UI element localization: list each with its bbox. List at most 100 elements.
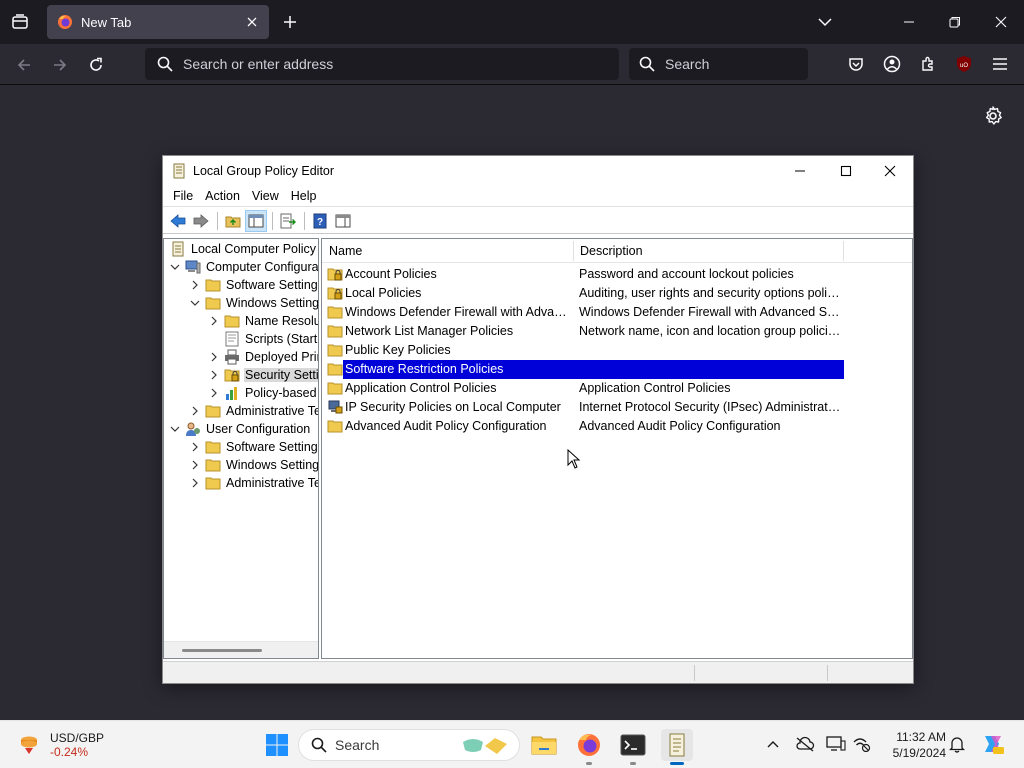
export-list-button[interactable]: [277, 210, 299, 232]
chevron-right-icon: [192, 442, 198, 452]
column-header-description[interactable]: Description: [573, 239, 843, 263]
tree-expander[interactable]: [189, 459, 201, 471]
window-title-bar[interactable]: Local Group Policy Editor: [163, 156, 913, 185]
onedrive-tray[interactable]: [794, 733, 816, 755]
widget-change: -0.24%: [50, 745, 89, 759]
reload-button[interactable]: [83, 52, 109, 78]
menu-view[interactable]: View: [246, 189, 285, 203]
tree-item-user-windows-settings[interactable]: Windows Setting: [189, 456, 318, 474]
list-row-advanced-audit-policy[interactable]: Advanced Audit Policy Configuration Adva…: [322, 417, 844, 436]
column-divider[interactable]: [843, 241, 844, 261]
tree-expander[interactable]: [208, 369, 220, 381]
list-row-account-policies[interactable]: Account Policies Password and account lo…: [322, 265, 844, 284]
tab-new-tab[interactable]: New Tab: [47, 5, 269, 39]
chevron-right-icon: [192, 460, 198, 470]
properties-view-button[interactable]: [332, 210, 354, 232]
console-tree[interactable]: Local Computer Policy Computer Configura…: [163, 238, 319, 659]
details-list[interactable]: Name Description Account Policies Passwo…: [321, 238, 913, 659]
pocket-button[interactable]: [845, 53, 867, 75]
tree-item-user-software-settings[interactable]: Software Settings: [189, 438, 318, 456]
tree-expander[interactable]: [189, 405, 201, 417]
running-indicator: [586, 762, 592, 765]
status-divider: [694, 665, 695, 681]
tree-item-software-settings[interactable]: Software Settings: [189, 276, 318, 294]
back-button[interactable]: [11, 52, 37, 78]
gear-icon[interactable]: [982, 105, 1004, 127]
maximize-button[interactable]: [823, 156, 869, 185]
taskbar-terminal[interactable]: [617, 729, 649, 765]
tree-expander[interactable]: [189, 477, 201, 489]
notifications-button[interactable]: [946, 733, 968, 755]
network-tray[interactable]: [851, 733, 873, 755]
tree-expander[interactable]: [208, 351, 220, 363]
list-row-ip-security-policies[interactable]: IP Security Policies on Local Computer I…: [322, 398, 844, 417]
browser-restore-button[interactable]: [941, 8, 969, 36]
app-menu-button[interactable]: [989, 53, 1011, 75]
back-button[interactable]: [167, 210, 189, 232]
tree-horizontal-scrollbar[interactable]: [164, 641, 318, 658]
security-folder-icon: [327, 287, 343, 300]
help-button[interactable]: ?: [309, 210, 331, 232]
menu-file[interactable]: File: [167, 189, 199, 203]
taskbar-firefox[interactable]: [573, 729, 605, 765]
system-clock[interactable]: 11:32 AM 5/19/2024: [880, 729, 946, 761]
display-tray[interactable]: [825, 733, 847, 755]
show-hidden-icons-button[interactable]: [762, 733, 784, 755]
taskbar-file-explorer[interactable]: [528, 729, 560, 761]
tab-close-button[interactable]: [241, 11, 263, 33]
minimize-button[interactable]: [777, 156, 823, 185]
tree-expander[interactable]: [169, 423, 181, 435]
tree-expander[interactable]: [189, 297, 201, 309]
show-hide-tree-button[interactable]: [245, 209, 267, 232]
tree-item-security-settings[interactable]: Security Setti: [208, 366, 318, 384]
tree-expander[interactable]: [169, 261, 181, 273]
search-bar[interactable]: Search: [629, 48, 808, 80]
tree-item-deployed-printers[interactable]: Deployed Prin: [208, 348, 318, 366]
list-row-windows-defender-firewall[interactable]: Windows Defender Firewall with Advanc...…: [322, 303, 844, 322]
forward-button[interactable]: [47, 52, 73, 78]
list-row-local-policies[interactable]: Local Policies Auditing, user rights and…: [322, 284, 844, 303]
up-one-level-button[interactable]: [222, 210, 244, 232]
ublock-origin-button[interactable]: uO: [953, 53, 975, 75]
tree-item-windows-settings[interactable]: Windows Setting: [189, 294, 318, 312]
list-row-software-restriction-policies[interactable]: Software Restriction Policies: [322, 360, 844, 379]
tree-expander[interactable]: [208, 387, 220, 399]
tree-expander[interactable]: [189, 441, 201, 453]
tree-item-local-computer-policy[interactable]: Local Computer Policy: [170, 240, 317, 258]
menu-action[interactable]: Action: [199, 189, 246, 203]
new-tab-button[interactable]: [278, 10, 302, 34]
tree-item-scripts[interactable]: Scripts (Startu: [224, 330, 318, 348]
taskbar-group-policy-editor[interactable]: [661, 729, 693, 765]
chevron-up-icon: [767, 741, 779, 748]
account-button[interactable]: [881, 53, 903, 75]
tree-item-user-administrative-templates[interactable]: Administrative Te: [189, 474, 318, 492]
tree-item-policy-based-qos[interactable]: Policy-based: [208, 384, 318, 402]
close-icon: [247, 17, 257, 27]
toolbar-separator: [217, 211, 218, 230]
tab-list-button[interactable]: [8, 10, 32, 34]
list-row-network-list-manager-policies[interactable]: Network List Manager Policies Network na…: [322, 322, 844, 341]
browser-close-button[interactable]: [987, 8, 1015, 36]
tree-item-computer-configuration[interactable]: Computer Configura: [169, 258, 318, 276]
menu-help[interactable]: Help: [285, 189, 323, 203]
copilot-button[interactable]: [980, 731, 1006, 757]
list-row-application-control-policies[interactable]: Application Control Policies Application…: [322, 379, 844, 398]
taskbar-search[interactable]: Search: [298, 729, 520, 761]
list-all-tabs-button[interactable]: [814, 11, 836, 33]
tree-expander[interactable]: [189, 279, 201, 291]
tree-item-administrative-templates[interactable]: Administrative Te: [189, 402, 318, 420]
address-bar[interactable]: Search or enter address: [145, 48, 619, 80]
forward-button[interactable]: [190, 210, 212, 232]
user-icon: [186, 422, 200, 436]
start-button[interactable]: [261, 729, 293, 761]
list-row-public-key-policies[interactable]: Public Key Policies: [322, 341, 844, 360]
extensions-button[interactable]: [917, 53, 939, 75]
tree-expander[interactable]: [208, 315, 220, 327]
tree-item-user-configuration[interactable]: User Configuration: [169, 420, 311, 438]
browser-minimize-button[interactable]: [895, 8, 923, 36]
column-header-name[interactable]: Name: [322, 239, 573, 263]
close-button[interactable]: [867, 156, 913, 185]
tree-item-name-resolution-policy[interactable]: Name Resoluti: [208, 312, 318, 330]
scrollbar-thumb[interactable]: [182, 649, 262, 652]
widgets-button[interactable]: USD/GBP -0.24%: [16, 729, 126, 761]
